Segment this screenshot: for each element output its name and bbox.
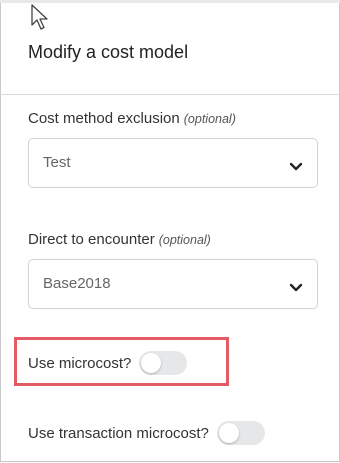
use-transaction-microcost-row: Use transaction microcost? [28,421,265,445]
mouse-pointer-icon [30,3,52,36]
cost-method-exclusion-value: Test [43,154,71,171]
cost-method-exclusion-select[interactable]: Test [28,138,318,188]
optional-tag: (optional) [183,112,236,126]
divider [0,94,340,95]
cost-method-exclusion-label: Cost method exclusion (optional) [28,110,236,127]
direct-to-encounter-value: Base2018 [43,275,111,292]
highlight-box [14,337,229,386]
direct-to-encounter-label-text: Direct to encounter [28,231,155,248]
optional-tag: (optional) [158,233,211,247]
use-transaction-microcost-toggle[interactable] [216,421,265,445]
cost-method-exclusion-label-text: Cost method exclusion [28,110,180,127]
direct-to-encounter-select[interactable]: Base2018 [28,259,318,309]
toggle-knob [218,423,239,443]
chevron-down-icon [289,280,303,298]
chevron-down-icon [289,159,303,177]
page-title: Modify a cost model [28,42,189,62]
direct-to-encounter-label: Direct to encounter (optional) [28,231,211,248]
use-transaction-microcost-label: Use transaction microcost? [28,424,209,442]
